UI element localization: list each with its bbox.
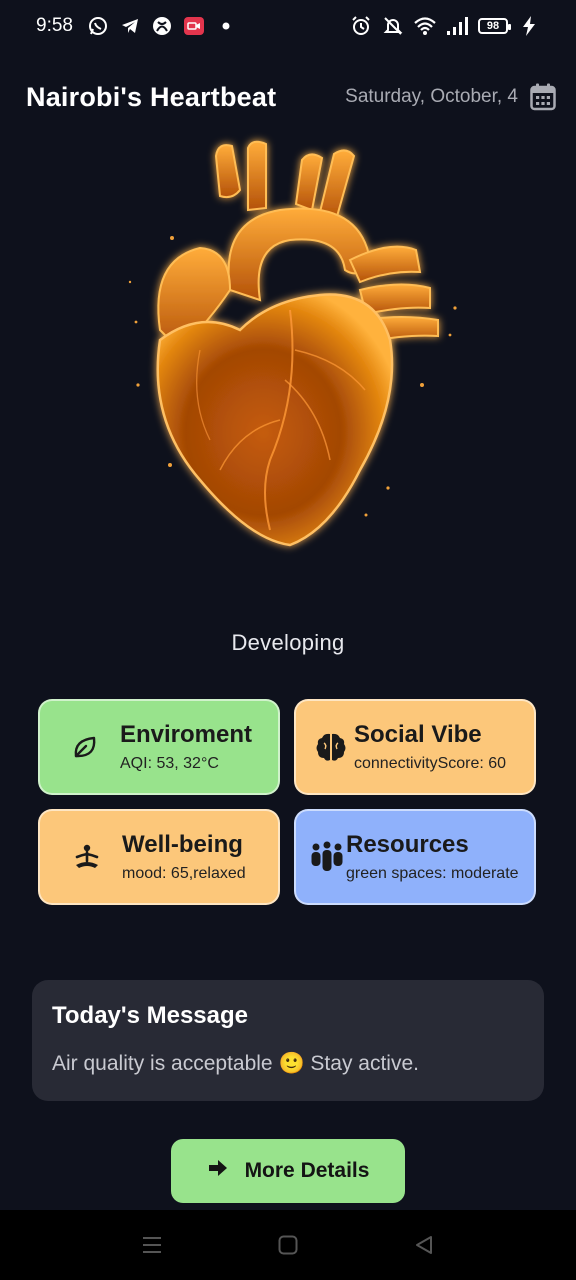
back-icon[interactable]: [411, 1232, 437, 1258]
xbox-icon: [151, 15, 173, 37]
home-icon[interactable]: [275, 1232, 301, 1258]
header: Nairobi's Heartbeat Saturday, October, 4: [26, 76, 556, 118]
heart-illustration: [120, 130, 460, 560]
more-details-label: More Details: [244, 1159, 370, 1182]
card-subtitle: mood: 65,relaxed: [122, 865, 246, 882]
arrow-right-icon: [207, 1158, 229, 1184]
social-vibe-card[interactable]: Social Vibe connectivityScore: 60: [294, 699, 536, 795]
card-subtitle: green spaces: moderate: [346, 865, 519, 882]
card-title: Social Vibe: [354, 721, 482, 748]
video-record-icon: [183, 15, 205, 37]
battery-icon: 98: [478, 18, 511, 34]
card-title: Enviroment: [120, 721, 253, 748]
card-subtitle: connectivityScore: 60: [354, 755, 507, 772]
card-title: Resources: [346, 831, 469, 858]
todays-message-card: Today's Message Air quality is acceptabl…: [32, 980, 544, 1101]
people-icon: [310, 840, 344, 874]
card-title: Well-being: [122, 831, 243, 858]
more-details-button[interactable]: More Details: [171, 1139, 405, 1203]
charging-icon: [518, 15, 540, 37]
telegram-icon: [119, 15, 141, 37]
environment-card[interactable]: Enviroment AQI: 53, 32°C: [38, 699, 280, 795]
calendar-icon[interactable]: [530, 83, 556, 111]
date-text: Saturday, October, 4: [345, 86, 518, 107]
menu-icon[interactable]: [139, 1232, 165, 1258]
notifications-off-icon: [382, 15, 404, 37]
status-time: 9:58: [36, 15, 73, 36]
signal-icon: [446, 15, 468, 37]
well-being-card[interactable]: Well-being mood: 65,relaxed: [38, 809, 280, 905]
system-nav-bar: [0, 1210, 576, 1280]
app-title: Nairobi's Heartbeat: [26, 81, 277, 112]
wifi-icon: [414, 15, 436, 37]
dot-icon: [215, 15, 237, 37]
status-bar: 9:58 98: [0, 0, 576, 52]
whatsapp-icon: [87, 15, 109, 37]
date-display: Saturday, October, 4: [345, 83, 556, 111]
message-text: Air quality is acceptable 🙂 Stay active.: [52, 1052, 419, 1075]
card-subtitle: AQI: 53, 32°C: [120, 755, 219, 772]
alarm-icon: [350, 15, 372, 37]
resources-card[interactable]: Resources green spaces: moderate: [294, 809, 536, 905]
leaf-icon: [68, 730, 102, 764]
brain-icon: [314, 730, 348, 764]
meditation-icon: [70, 840, 104, 874]
heart-status-label: Developing: [231, 630, 345, 655]
message-title: Today's Message: [52, 1002, 249, 1029]
